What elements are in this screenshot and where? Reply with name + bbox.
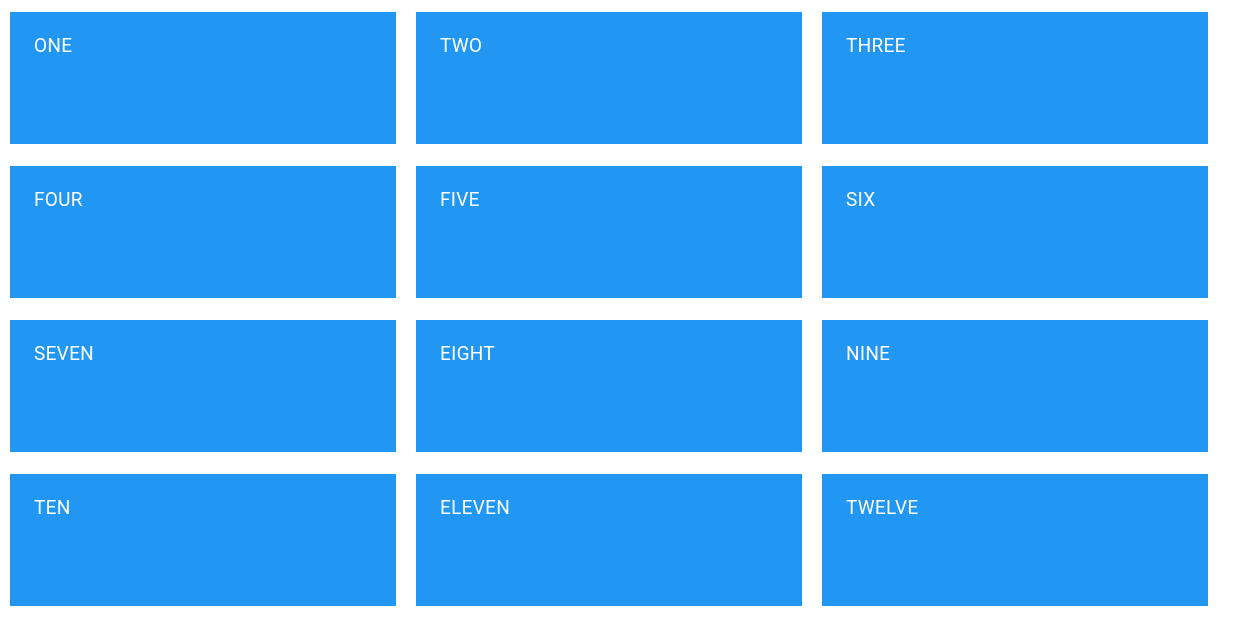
card-label: SIX	[846, 188, 875, 211]
card-five[interactable]: FIVE	[416, 166, 802, 298]
card-label: EIGHT	[440, 342, 495, 365]
card-label: FOUR	[34, 188, 83, 211]
card-label: ONE	[34, 34, 72, 57]
card-grid: ONE TWO THREE FOUR FIVE SIX SEVEN EIGHT …	[10, 12, 1231, 606]
card-label: THREE	[846, 34, 906, 57]
card-eleven[interactable]: ELEVEN	[416, 474, 802, 606]
card-seven[interactable]: SEVEN	[10, 320, 396, 452]
card-four[interactable]: FOUR	[10, 166, 396, 298]
card-label: NINE	[846, 342, 890, 365]
card-label: FIVE	[440, 188, 480, 211]
card-label: SEVEN	[34, 342, 94, 365]
card-one[interactable]: ONE	[10, 12, 396, 144]
card-eight[interactable]: EIGHT	[416, 320, 802, 452]
card-label: ELEVEN	[440, 496, 510, 519]
card-six[interactable]: SIX	[822, 166, 1208, 298]
card-two[interactable]: TWO	[416, 12, 802, 144]
card-label: TWELVE	[846, 496, 918, 519]
card-three[interactable]: THREE	[822, 12, 1208, 144]
card-label: TEN	[34, 496, 71, 519]
card-ten[interactable]: TEN	[10, 474, 396, 606]
card-twelve[interactable]: TWELVE	[822, 474, 1208, 606]
card-label: TWO	[440, 34, 482, 57]
card-nine[interactable]: NINE	[822, 320, 1208, 452]
